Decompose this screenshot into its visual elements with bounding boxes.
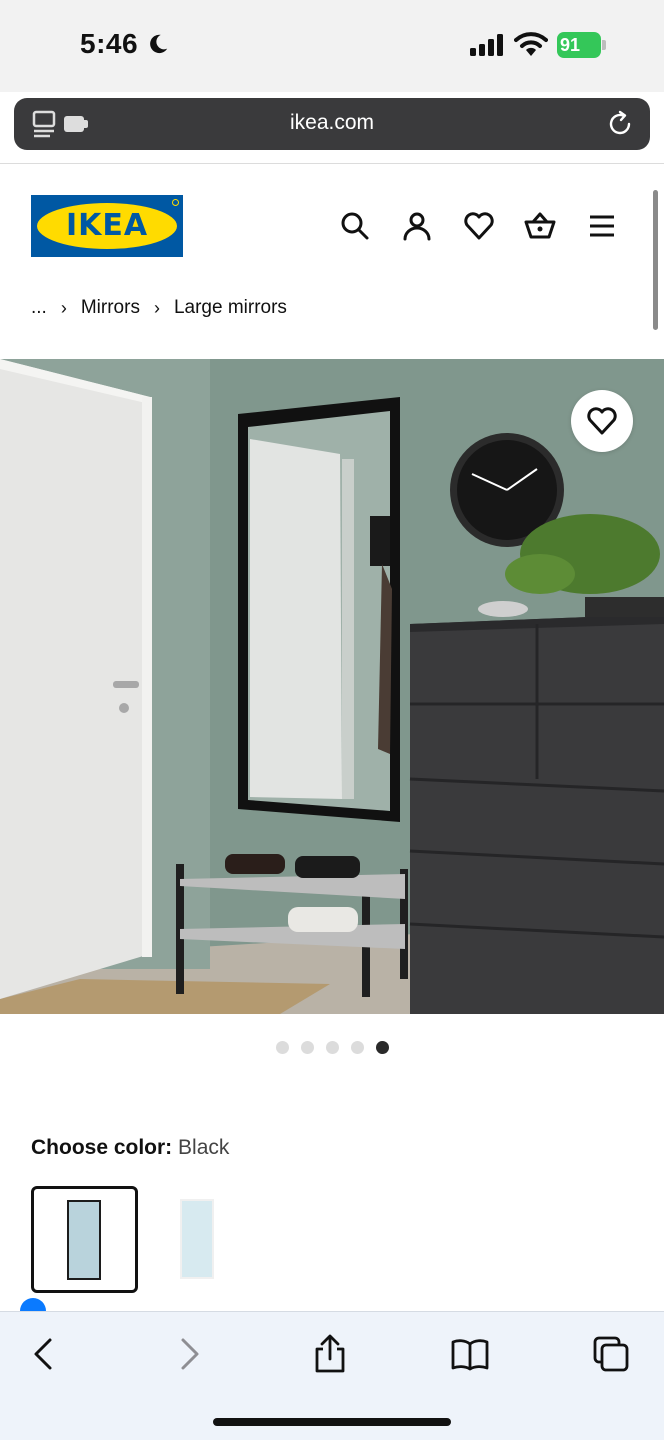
product-image[interactable] xyxy=(0,359,664,1014)
cellular-signal-icon xyxy=(470,34,503,56)
white-mirror-thumbnail xyxy=(180,1199,214,1279)
moon-icon xyxy=(150,34,168,54)
account-icon[interactable] xyxy=(401,210,433,242)
carousel-dot[interactable] xyxy=(376,1041,389,1054)
logo-text: IKEA xyxy=(65,208,149,243)
favourites-icon[interactable] xyxy=(463,210,495,242)
carousel-dot[interactable] xyxy=(276,1041,289,1054)
carousel-dot[interactable] xyxy=(351,1041,364,1054)
carousel-dot[interactable] xyxy=(301,1041,314,1054)
tabs-icon[interactable] xyxy=(591,1334,631,1374)
heart-icon xyxy=(587,407,617,435)
breadcrumb-ellipsis[interactable]: ... xyxy=(31,297,47,319)
menu-icon[interactable] xyxy=(586,210,618,242)
scrollbar[interactable] xyxy=(653,190,658,330)
chevron-right-icon: › xyxy=(60,297,67,318)
ikea-logo[interactable]: IKEA xyxy=(31,195,183,257)
chevron-right-icon: › xyxy=(153,297,160,318)
image-carousel-indicator[interactable] xyxy=(276,1041,389,1054)
address-bar[interactable]: ikea.com xyxy=(14,98,650,150)
divider xyxy=(0,163,664,164)
selected-color: Black xyxy=(178,1136,230,1159)
share-icon[interactable] xyxy=(310,1334,350,1374)
add-to-favourites-button[interactable] xyxy=(571,390,633,452)
color-chooser-label: Choose color: Black xyxy=(31,1136,229,1160)
forward-icon[interactable] xyxy=(168,1334,208,1374)
bookmarks-icon[interactable] xyxy=(450,1334,490,1374)
battery-charging-icon: 91 xyxy=(557,32,606,58)
status-time: 5:46 xyxy=(80,28,139,59)
back-icon[interactable] xyxy=(25,1334,65,1374)
cart-icon[interactable] xyxy=(524,210,556,242)
search-icon[interactable] xyxy=(339,210,371,242)
wifi-icon xyxy=(514,32,548,56)
url-text[interactable]: ikea.com xyxy=(14,111,650,135)
breadcrumb-item-large-mirrors[interactable]: Large mirrors xyxy=(174,297,287,319)
black-mirror-thumbnail xyxy=(67,1200,101,1280)
breadcrumb: ... › Mirrors › Large mirrors xyxy=(31,297,287,319)
status-bar: 5:46 91 xyxy=(0,0,664,92)
reload-icon[interactable] xyxy=(606,110,634,138)
carousel-dot[interactable] xyxy=(326,1041,339,1054)
color-chooser-title: Choose color: xyxy=(31,1136,173,1159)
home-indicator[interactable] xyxy=(213,1418,451,1426)
breadcrumb-item-mirrors[interactable]: Mirrors xyxy=(81,297,140,319)
battery-level: 91 xyxy=(560,35,581,55)
color-option-black[interactable] xyxy=(31,1186,138,1293)
color-option-white[interactable] xyxy=(146,1186,253,1293)
